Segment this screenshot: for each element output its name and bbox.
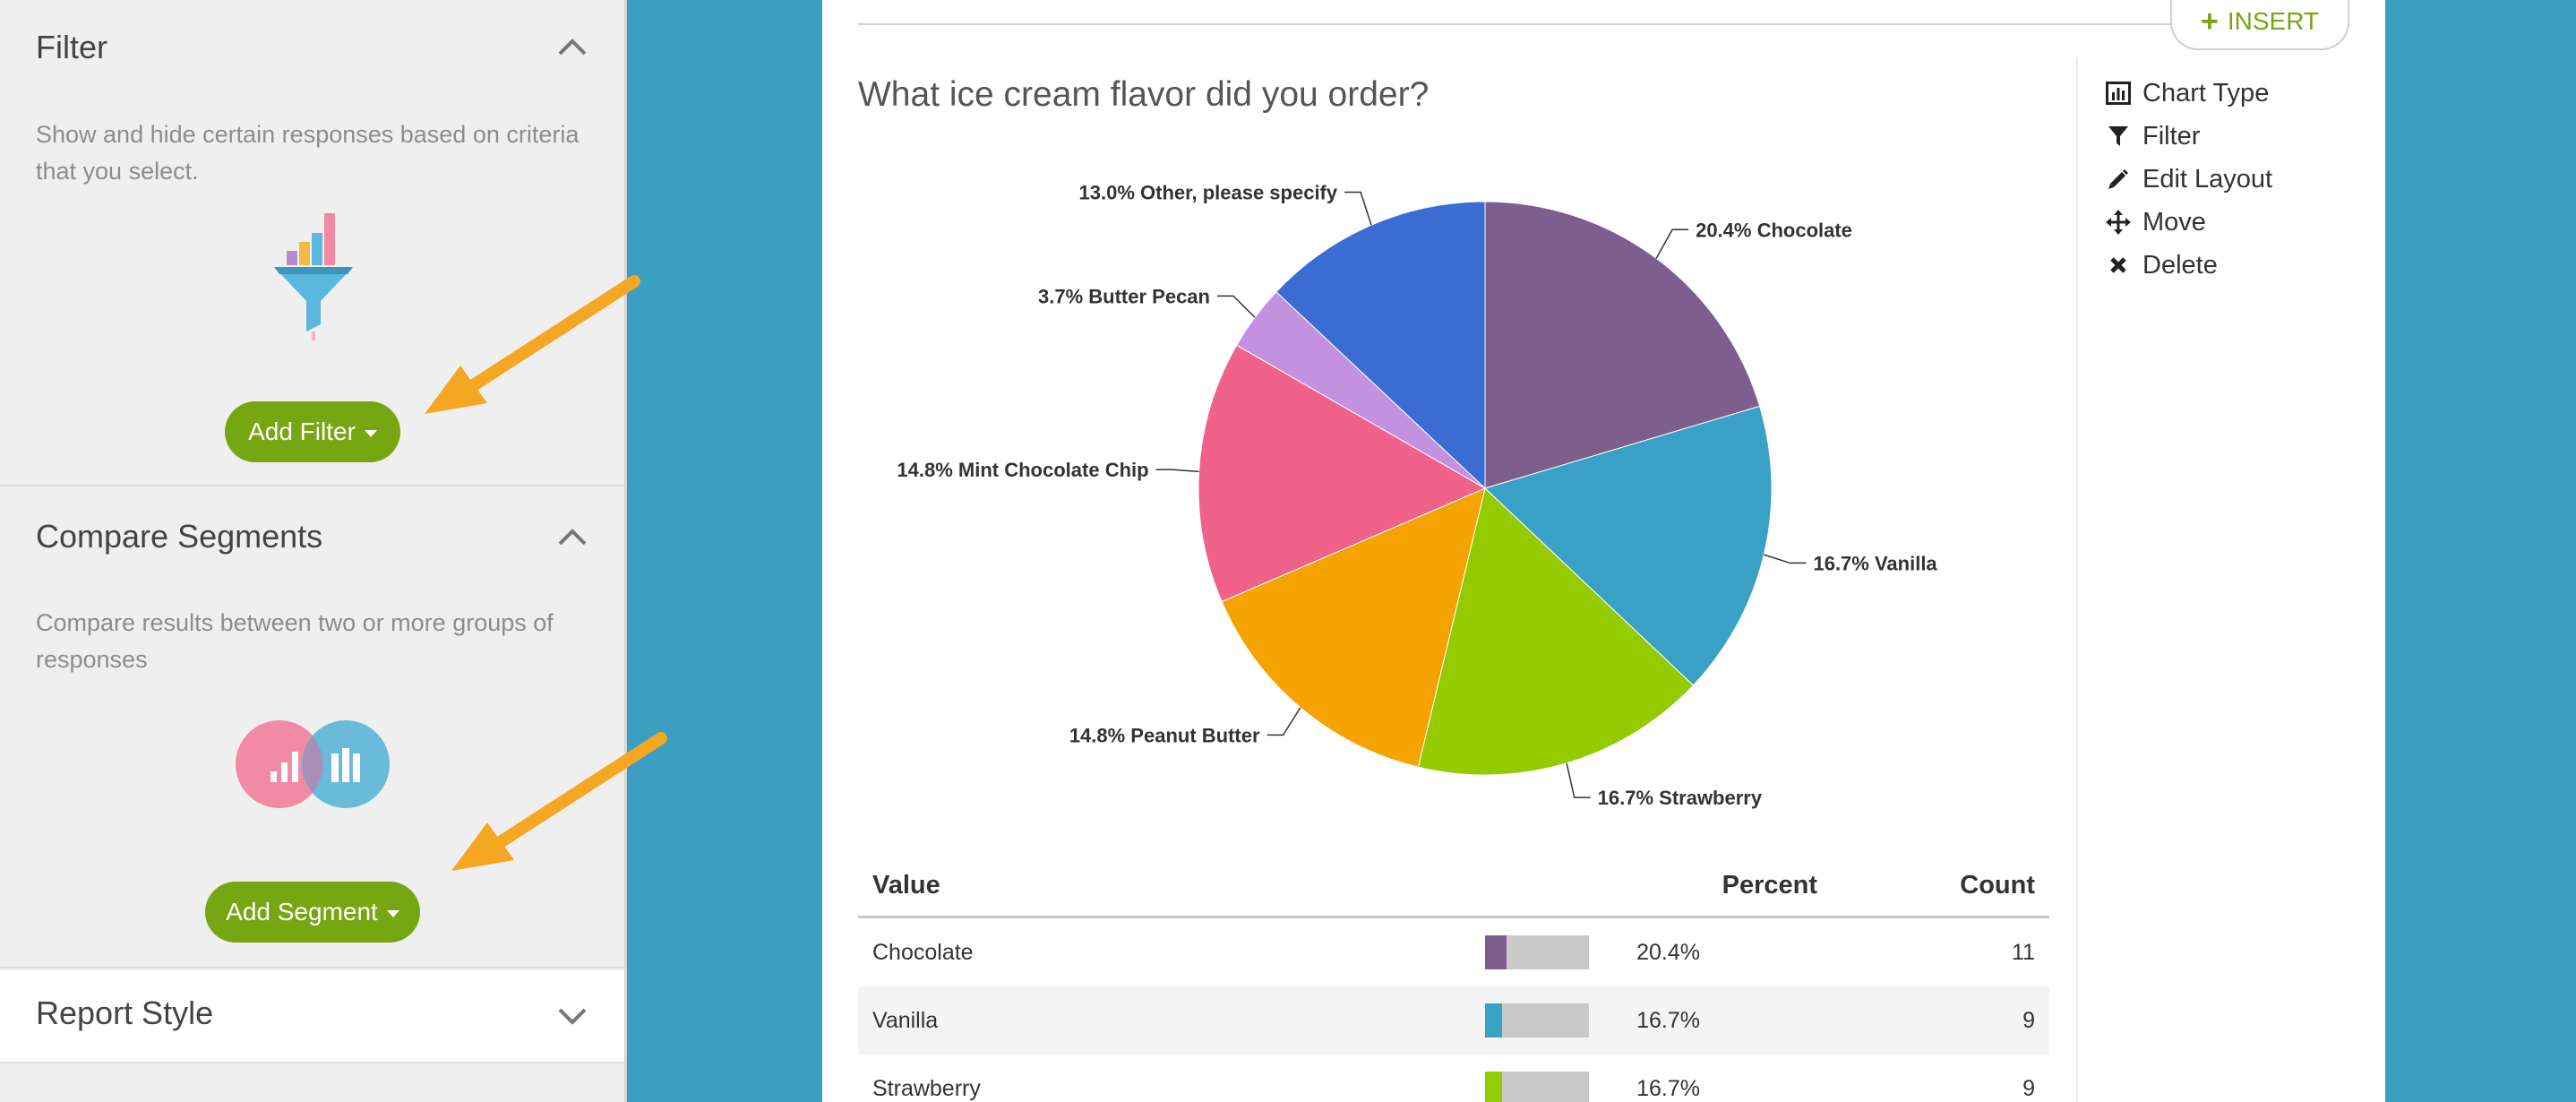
percent-bar-track (1485, 1072, 1589, 1102)
chevron-down-icon[interactable] (556, 1006, 588, 1028)
delete-action[interactable]: Delete (2105, 244, 2272, 287)
pie-chart: 20.4% Chocolate 16.7% Vanilla 16.7% Strawb… (897, 182, 1937, 810)
pie-label-leader-line (1155, 469, 1199, 473)
report-style-panel[interactable]: Report Style (0, 970, 624, 1063)
cell-count: 9 (2022, 1007, 2035, 1033)
cell-count: 9 (2022, 1075, 2035, 1101)
cell-count: 11 (2012, 939, 2035, 965)
table-header: Value Percent Count (858, 856, 2049, 918)
add-filter-button[interactable]: Add Filter (225, 401, 400, 462)
cell-value: Strawberry (872, 1075, 981, 1101)
add-filter-label: Add Filter (248, 418, 356, 445)
insert-button[interactable]: + INSERT (2170, 0, 2349, 50)
chevron-up-icon[interactable] (556, 526, 588, 547)
filter-panel-title: Filter (36, 29, 107, 65)
column-header-count: Count (1960, 871, 2035, 900)
filter-funnel-illustration-icon (274, 213, 353, 340)
table-row: Strawberry 16.7% 9 (858, 1055, 2049, 1102)
x-icon (2105, 252, 2132, 279)
pie-data-label: 13.0% Other, please specify (1079, 182, 1338, 204)
pie-data-label: 20.4% Chocolate (1696, 219, 1852, 241)
cell-percent-bar (1485, 1003, 1601, 1037)
compare-description: Compare results between two or more grou… (36, 609, 554, 673)
pencil-icon (2105, 166, 2132, 193)
action-label: Edit Layout (2142, 164, 2273, 194)
plus-icon: + (2200, 4, 2219, 39)
pie-label-leader-line (1764, 554, 1807, 564)
cell-value: Vanilla (872, 1007, 939, 1033)
percent-bar-fill (1485, 1072, 1503, 1102)
edit-layout-action[interactable]: Edit Layout (2105, 158, 2272, 201)
report-question-card: + INSERT What ice cream flavor did you o… (822, 0, 2385, 1102)
pie-label-leader-line (1655, 228, 1689, 259)
compare-panel-title: Compare Segments (36, 518, 323, 555)
pie-label-leader-line (1216, 295, 1256, 318)
action-label: Filter (2142, 121, 2201, 151)
pie-label-leader-line (1344, 191, 1372, 226)
pie-data-label: 14.8% Mint Chocolate Chip (897, 459, 1148, 481)
pie-label-leader-line (1267, 707, 1301, 736)
filter-action[interactable]: Filter (2105, 115, 2272, 158)
report-sidebar: Filter Show and hide certain responses b… (0, 0, 627, 1102)
cell-percent: 20.4% (1636, 939, 1700, 965)
question-actions-menu: Chart Type Filter Edit Layout Move Delet… (2105, 72, 2272, 287)
compare-segments-illustration-icon (236, 720, 390, 808)
insert-label: INSERT (2227, 7, 2320, 35)
filter-description: Show and hide certain responses based on… (36, 121, 580, 185)
action-label: Chart Type (2142, 78, 2270, 108)
pie-data-label: 16.7% Vanilla (1813, 552, 1937, 574)
annotation-arrow-icon (451, 732, 667, 871)
divider (2076, 57, 2078, 1102)
add-segment-button[interactable]: Add Segment (205, 882, 420, 943)
pie-data-label: 16.7% Strawberry (1598, 787, 1763, 809)
table-row: Vanilla 16.7% 9 (858, 986, 2049, 1055)
annotation-arrow-icon (425, 275, 640, 414)
cell-value: Chocolate (872, 939, 974, 965)
cell-percent-bar (1485, 935, 1601, 969)
report-style-title: Report Style (36, 994, 214, 1031)
chevron-up-icon[interactable] (556, 36, 588, 57)
move-action[interactable]: Move (2105, 201, 2272, 244)
cell-percent: 16.7% (1636, 1007, 1700, 1033)
action-label: Delete (2142, 250, 2218, 280)
question-title: What ice cream flavor did you order? (858, 75, 1430, 114)
column-header-percent: Percent (1722, 871, 1818, 900)
table-row: Chocolate 20.4% 11 (858, 918, 2049, 986)
cell-percent-bar (1485, 1072, 1601, 1102)
filter-icon (2105, 123, 2132, 150)
column-header-value: Value (872, 871, 940, 900)
pie-label-leader-line (1566, 762, 1591, 798)
percent-bar-track (1485, 1003, 1589, 1037)
bar-chart-icon (2105, 80, 2132, 107)
action-label: Move (2142, 207, 2206, 237)
move-icon (2105, 209, 2132, 236)
pie-data-label: 3.7% Butter Pecan (1038, 285, 1210, 307)
pie-data-label: 14.8% Peanut Butter (1069, 724, 1260, 746)
divider (858, 23, 2175, 25)
percent-bar-fill (1485, 935, 1507, 969)
percent-bar-track (1485, 935, 1589, 969)
results-table: Value Percent Count Chocolate 20.4% 11 Vani… (858, 856, 2049, 1102)
add-segment-label: Add Segment (226, 898, 378, 926)
caret-down-icon (364, 429, 377, 437)
caret-down-icon (386, 909, 399, 917)
chart-type-action[interactable]: Chart Type (2105, 72, 2272, 115)
cell-percent: 16.7% (1636, 1075, 1700, 1101)
percent-bar-fill (1485, 1003, 1503, 1037)
